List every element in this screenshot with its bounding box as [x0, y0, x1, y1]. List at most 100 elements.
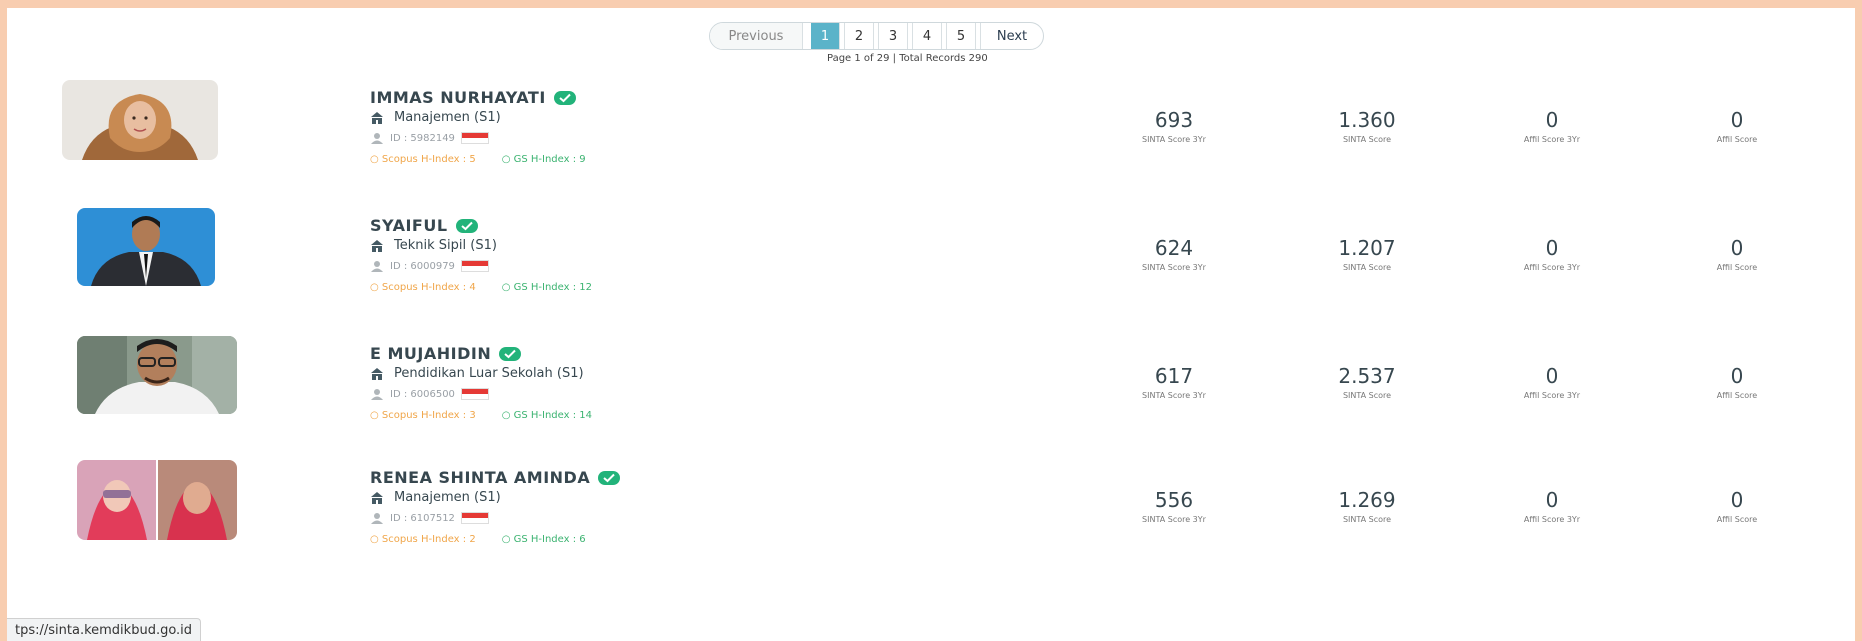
affil-score-value: 0	[1730, 364, 1744, 388]
user-icon	[371, 513, 383, 524]
author-name-text[interactable]: IMMAS NURHAYATI	[370, 88, 546, 107]
page-3-button[interactable]: 3	[878, 23, 908, 49]
verified-icon	[499, 346, 522, 361]
sinta-score-value: 2.537	[1338, 364, 1396, 388]
scopus-h-index: ○ Scopus H-Index : 5	[370, 154, 476, 165]
affil-score-label: Affil Score	[1716, 135, 1758, 144]
author-id: ID : 5982149	[370, 132, 489, 144]
author-name[interactable]: SYAIFUL	[370, 216, 478, 235]
author-department: Pendidikan Luar Sekolah (S1)	[370, 366, 584, 381]
affil-score-value: 0	[1730, 488, 1744, 512]
affil-score-value: 0	[1730, 108, 1744, 132]
affil-score: 0 Affil Score	[1677, 364, 1797, 400]
page-4-button[interactable]: 4	[912, 23, 942, 49]
h-index-row: ○ Scopus H-Index : 2 ○ GS H-Index : 6	[370, 534, 586, 545]
author-name[interactable]: RENEA SHINTA AMINDA	[370, 468, 621, 487]
affil-score-3yr-value: 0	[1545, 108, 1559, 132]
page-1-button[interactable]: 1	[811, 23, 840, 49]
affil-score-3yr-label: Affil Score 3Yr	[1523, 135, 1581, 144]
department-text: Manajemen (S1)	[394, 110, 501, 125]
sinta-score: 1.360 SINTA Score	[1307, 108, 1427, 144]
page-5-button[interactable]: 5	[946, 23, 976, 49]
author-photo[interactable]	[77, 460, 237, 540]
sinta-score-value: 1.269	[1338, 488, 1396, 512]
h-index-row: ○ Scopus H-Index : 4 ○ GS H-Index : 12	[370, 282, 592, 293]
indonesia-flag-icon	[460, 260, 489, 272]
author-photo[interactable]	[77, 208, 215, 286]
gs-h-index-text: GS H-Index : 9	[513, 154, 586, 165]
indonesia-flag-icon	[460, 132, 489, 144]
institution-icon	[371, 239, 383, 252]
institution-icon	[371, 367, 383, 380]
sinta-score-3yr-label: SINTA Score 3Yr	[1142, 135, 1206, 144]
gs-h-index-text: GS H-Index : 6	[513, 534, 586, 545]
author-row: RENEA SHINTA AMINDA Manajemen (S1) ID : …	[7, 460, 1855, 570]
author-department: Teknik Sipil (S1)	[370, 238, 497, 253]
sinta-score-3yr-value: 693	[1154, 108, 1194, 132]
user-icon	[371, 389, 383, 400]
affil-score: 0 Affil Score	[1677, 108, 1797, 144]
sinta-score-3yr-value: 556	[1154, 488, 1194, 512]
affil-score-3yr: 0 Affil Score 3Yr	[1492, 364, 1612, 400]
author-department: Manajemen (S1)	[370, 490, 501, 505]
verified-icon	[598, 470, 621, 485]
sinta-score-3yr-label: SINTA Score 3Yr	[1142, 391, 1206, 400]
scopus-h-index: ○ Scopus H-Index : 3	[370, 410, 476, 421]
user-icon	[371, 133, 383, 144]
sinta-score-3yr: 624 SINTA Score 3Yr	[1114, 236, 1234, 272]
page-2-button[interactable]: 2	[844, 23, 874, 49]
user-icon	[371, 261, 383, 272]
status-bar-url: tps://sinta.kemdikbud.go.id	[7, 618, 202, 641]
department-text: Pendidikan Luar Sekolah (S1)	[394, 366, 584, 381]
gs-h-index-text: GS H-Index : 12	[513, 282, 592, 293]
department-text: Manajemen (S1)	[394, 490, 501, 505]
author-photo[interactable]	[62, 80, 218, 160]
author-name[interactable]: IMMAS NURHAYATI	[370, 88, 576, 107]
sinta-score-3yr-label: SINTA Score 3Yr	[1142, 263, 1206, 272]
sinta-score-3yr-label: SINTA Score 3Yr	[1142, 515, 1206, 524]
affil-score: 0 Affil Score	[1677, 488, 1797, 524]
page-info: Page 1 of 29 | Total Records 290	[827, 53, 988, 64]
author-id: ID : 6000979	[370, 260, 489, 272]
next-button[interactable]: Next	[980, 23, 1043, 49]
affil-score-3yr-value: 0	[1545, 236, 1559, 260]
h-index-row: ○ Scopus H-Index : 3 ○ GS H-Index : 14	[370, 410, 592, 421]
author-department: Manajemen (S1)	[370, 110, 501, 125]
affil-score-3yr-value: 0	[1545, 364, 1559, 388]
affil-score-label: Affil Score	[1716, 515, 1758, 524]
sinta-score-label: SINTA Score	[1342, 135, 1392, 144]
sinta-score-3yr-value: 624	[1154, 236, 1194, 260]
indonesia-flag-icon	[460, 512, 489, 524]
id-text: ID : 6006500	[390, 388, 455, 400]
sinta-score-3yr-value: 617	[1154, 364, 1194, 388]
indonesia-flag-icon	[460, 388, 489, 400]
author-name-text[interactable]: SYAIFUL	[370, 216, 448, 235]
affil-score-label: Affil Score	[1716, 391, 1758, 400]
previous-button[interactable]: Previous	[710, 23, 803, 49]
scopus-h-index: ○ Scopus H-Index : 4	[370, 282, 476, 293]
author-row: E MUJAHIDIN Pendidikan Luar Sekolah (S1)…	[7, 336, 1855, 446]
sinta-score-value: 1.207	[1338, 236, 1396, 260]
author-name-text[interactable]: RENEA SHINTA AMINDA	[370, 468, 590, 487]
author-id: ID : 6006500	[370, 388, 489, 400]
author-photo[interactable]	[77, 336, 237, 414]
author-name[interactable]: E MUJAHIDIN	[370, 344, 522, 363]
pagination: Previous 1 2 3 4 5 Next	[709, 22, 1044, 50]
affil-score-value: 0	[1730, 236, 1744, 260]
scopus-h-index-text: Scopus H-Index : 4	[381, 282, 476, 293]
id-text: ID : 5982149	[390, 132, 455, 144]
sinta-score-3yr: 556 SINTA Score 3Yr	[1114, 488, 1234, 524]
author-row: IMMAS NURHAYATI Manajemen (S1) ID : 5982…	[7, 80, 1855, 190]
affil-score-label: Affil Score	[1716, 263, 1758, 272]
affil-score-3yr-label: Affil Score 3Yr	[1523, 391, 1581, 400]
h-index-row: ○ Scopus H-Index : 5 ○ GS H-Index : 9	[370, 154, 586, 165]
sinta-score-value: 1.360	[1338, 108, 1396, 132]
sinta-score-label: SINTA Score	[1342, 391, 1392, 400]
sinta-score: 2.537 SINTA Score	[1307, 364, 1427, 400]
author-name-text[interactable]: E MUJAHIDIN	[370, 344, 491, 363]
scopus-h-index-text: Scopus H-Index : 3	[381, 410, 476, 421]
affil-score: 0 Affil Score	[1677, 236, 1797, 272]
gs-h-index: ○ GS H-Index : 6	[501, 534, 586, 545]
institution-icon	[371, 111, 383, 124]
institution-icon	[371, 491, 383, 504]
